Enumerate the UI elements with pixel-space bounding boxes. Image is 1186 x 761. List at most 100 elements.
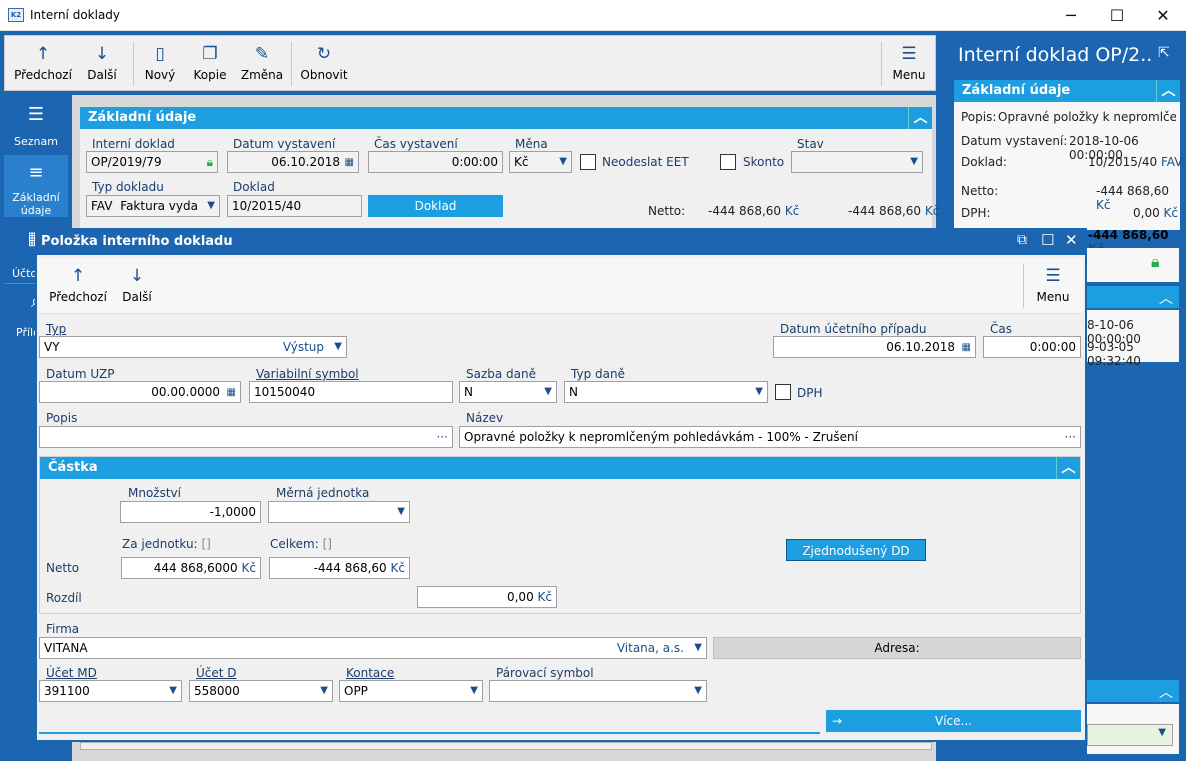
hamburger-icon: ☰ [901, 44, 917, 64]
mena-select[interactable]: Kč ▼ [509, 151, 572, 173]
rp-section2-header: ︿ [1087, 286, 1179, 308]
doklad-field[interactable]: 10/2015/40 [227, 195, 362, 217]
calendar-icon[interactable]: ▦ [962, 338, 971, 357]
mnozstvi-field[interactable]: -1,0000 [120, 501, 261, 523]
nav-item-seznam[interactable]: ☰ Seznam [4, 105, 68, 161]
rp-dph-value: 0,00 Kč [1133, 206, 1178, 220]
ucet-md-label: Účet MD [46, 666, 97, 680]
rp-currency: Kč [1096, 198, 1111, 212]
firma-name: Vitana, a.s. [616, 641, 684, 655]
skonto-label: Skonto [743, 155, 785, 169]
interni-doklad-field[interactable]: OP/2019/79 🔒︎ [86, 151, 218, 173]
dialog-titlebar: Položka interního dokladu ⧉ ☐ ✕ [35, 228, 1087, 255]
dialog-next-button[interactable]: ↓ Další [117, 258, 157, 312]
firma-select[interactable]: VITANA Vitana, a.s. ▼ [39, 637, 707, 659]
typ-dane-select[interactable]: N ▼ [564, 381, 768, 403]
sazba-dane-select[interactable]: N ▼ [459, 381, 557, 403]
datum-uzp-field[interactable]: 00.00.0000 ▦ [39, 381, 241, 403]
dropdown-icon: ▼ [1158, 727, 1166, 738]
main-scroll-strip [80, 742, 932, 750]
dialog-prev-button[interactable]: ↑ Předchozí [47, 258, 109, 312]
nazev-value: Opravné položky k nepromlčeným pohledávk… [464, 430, 858, 444]
cas-vystaveni-field[interactable]: 0:00:00 [368, 151, 503, 173]
netto-value-1: -444 868,60 Kč [708, 204, 799, 218]
restore-icon[interactable]: ⧉ [1017, 232, 1027, 248]
ucet-md-select[interactable]: 391100 ▼ [39, 680, 182, 702]
right-section-header: Základní údaje ︿ [954, 80, 1180, 102]
celkem-field[interactable]: -444 868,60 Kč [269, 557, 410, 579]
edit-button[interactable]: ✎ Změna [239, 36, 285, 90]
za-jednotku-value: 444 868,6000 [153, 561, 238, 575]
menu-label: Menu [892, 68, 926, 82]
adresa-button[interactable]: Adresa: [713, 637, 1081, 659]
za-jednotku-field[interactable]: 444 868,6000 Kč [121, 557, 261, 579]
rp-currency: Kč [1163, 206, 1179, 220]
copy-button[interactable]: ❐ Kopie [189, 36, 231, 90]
zjednoduseny-dd-button[interactable]: Zjednodušený DD [786, 539, 926, 561]
stav-select[interactable]: ▼ [791, 151, 923, 173]
rozdil-label: Rozdíl [46, 591, 82, 605]
close-icon[interactable]: ✕ [1065, 231, 1078, 249]
maximize-icon[interactable]: ☐ [1041, 231, 1054, 249]
next-button[interactable]: ↓ Další [79, 36, 125, 90]
refresh-icon: ↻ [316, 44, 332, 64]
rp-select[interactable]: ▼ [1087, 724, 1173, 746]
popout-icon[interactable]: ⇱ [1158, 45, 1170, 61]
nazev-label: Název [466, 411, 504, 425]
close-button[interactable]: ✕ [1140, 0, 1186, 31]
dropdown-icon: ▼ [544, 386, 552, 397]
rozdil-field[interactable]: 0,00 Kč [417, 586, 557, 608]
right-panel-title: Interní doklad OP/2... [958, 44, 1153, 66]
firma-value: VITANA [44, 641, 88, 655]
menu-button[interactable]: ☰ Menu [887, 36, 931, 90]
refresh-button[interactable]: ↻ Obnovit [299, 36, 349, 90]
nav-item-zakladni-udaje[interactable]: ≡ Základní údaje [4, 155, 68, 217]
rp-dph-amount: 0,00 [1133, 206, 1160, 220]
ellipsis-icon[interactable]: ··· [1065, 427, 1076, 447]
chevron-up-icon[interactable]: ︿ [1159, 682, 1173, 702]
vice-button[interactable]: → Více... [826, 710, 1081, 732]
za-jednotku-text: Za jednotku: [122, 537, 198, 551]
typ-select[interactable]: VY Výstup ▼ [39, 336, 347, 358]
ellipsis-icon[interactable]: ··· [437, 427, 448, 447]
ucet-d-label-text: Účet D [196, 666, 237, 680]
prev-button[interactable]: ↑ Předchozí [11, 36, 75, 90]
skonto-checkbox[interactable] [720, 154, 736, 170]
dph-checkbox[interactable] [775, 384, 791, 400]
refresh-label: Obnovit [300, 68, 348, 82]
dialog-title: Položka interního dokladu [41, 234, 233, 249]
dropdown-icon: ▼ [334, 341, 342, 352]
ucet-d-select[interactable]: 558000 ▼ [189, 680, 333, 702]
chevron-up-icon[interactable]: ︿ [1159, 288, 1173, 308]
calendar-icon[interactable]: ▦ [345, 153, 354, 172]
chevron-up-icon[interactable]: ︿ [908, 107, 932, 129]
chevron-up-icon[interactable]: ︿ [1056, 457, 1080, 479]
popis-field[interactable]: ··· [39, 426, 453, 448]
bullet-list-icon: ≡ [28, 162, 44, 183]
dialog-menu-button[interactable]: ☰ Menu [1031, 258, 1075, 312]
merna-jednotka-select[interactable]: ▼ [268, 501, 410, 523]
dialog-menu-label: Menu [1036, 290, 1070, 304]
new-button[interactable]: ▯ Nový [139, 36, 181, 90]
arrow-right-icon: → [832, 714, 843, 728]
neodeslat-eet-checkbox[interactable] [580, 154, 596, 170]
typ-dokladu-select[interactable]: FAV Faktura vyda ▼ [86, 195, 220, 217]
cas-field[interactable]: 0:00:00 [983, 336, 1081, 358]
minimize-button[interactable]: ─ [1048, 0, 1094, 31]
parovaci-select[interactable]: ▼ [489, 680, 707, 702]
dropdown-icon: ▼ [694, 685, 702, 696]
ucet-d-label: Účet D [196, 666, 237, 680]
calendar-icon[interactable]: ▦ [227, 383, 236, 402]
doklad-button[interactable]: Doklad [368, 195, 503, 217]
kontace-select[interactable]: OPP ▼ [339, 680, 483, 702]
var-symbol-field[interactable]: 10150040 [249, 381, 453, 403]
kontace-label-text: Kontace [346, 666, 395, 680]
nazev-field[interactable]: Opravné položky k nepromlčeným pohledávk… [459, 426, 1081, 448]
datum-uc-field[interactable]: 06.10.2018 ▦ [773, 336, 976, 358]
sazba-dane-label: Sazba daně [466, 367, 537, 381]
chevron-up-icon[interactable]: ︿ [1156, 80, 1180, 102]
maximize-button[interactable]: ☐ [1094, 0, 1140, 31]
cas-vystaveni-label: Čas vystavení [374, 137, 458, 151]
datum-vystaveni-field[interactable]: 06.10.2018 ▦ [227, 151, 359, 173]
neodeslat-eet-label: Neodeslat EET [602, 155, 689, 169]
